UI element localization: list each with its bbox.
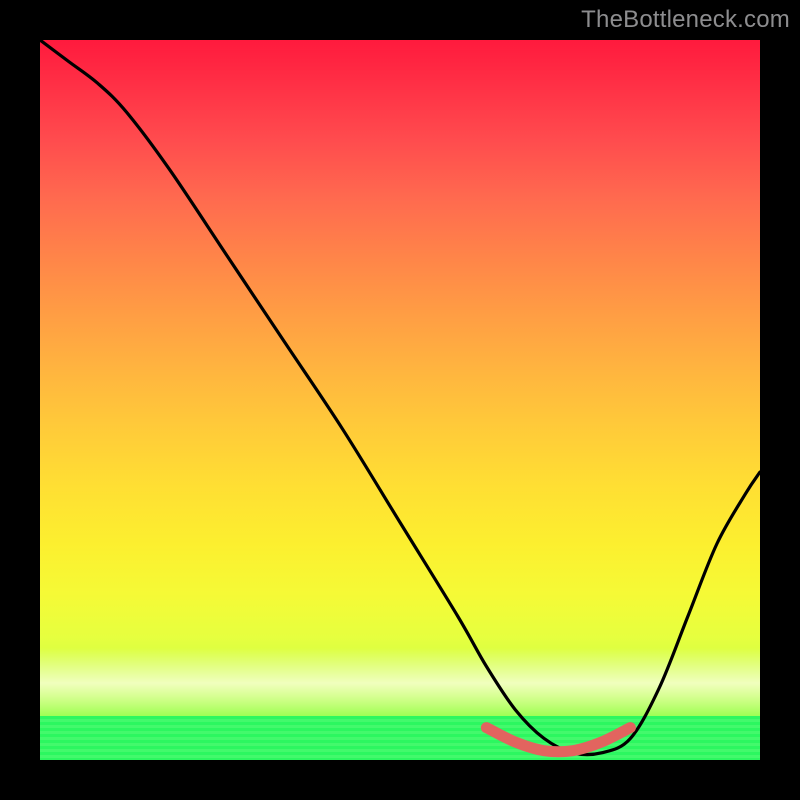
plot-area [40,40,760,760]
bottleneck-curve [40,40,760,755]
watermark-label: TheBottleneck.com [581,6,790,34]
curve-layer [40,40,760,760]
optimal-range-highlight [486,728,630,752]
chart-frame: TheBottleneck.com [0,0,800,800]
